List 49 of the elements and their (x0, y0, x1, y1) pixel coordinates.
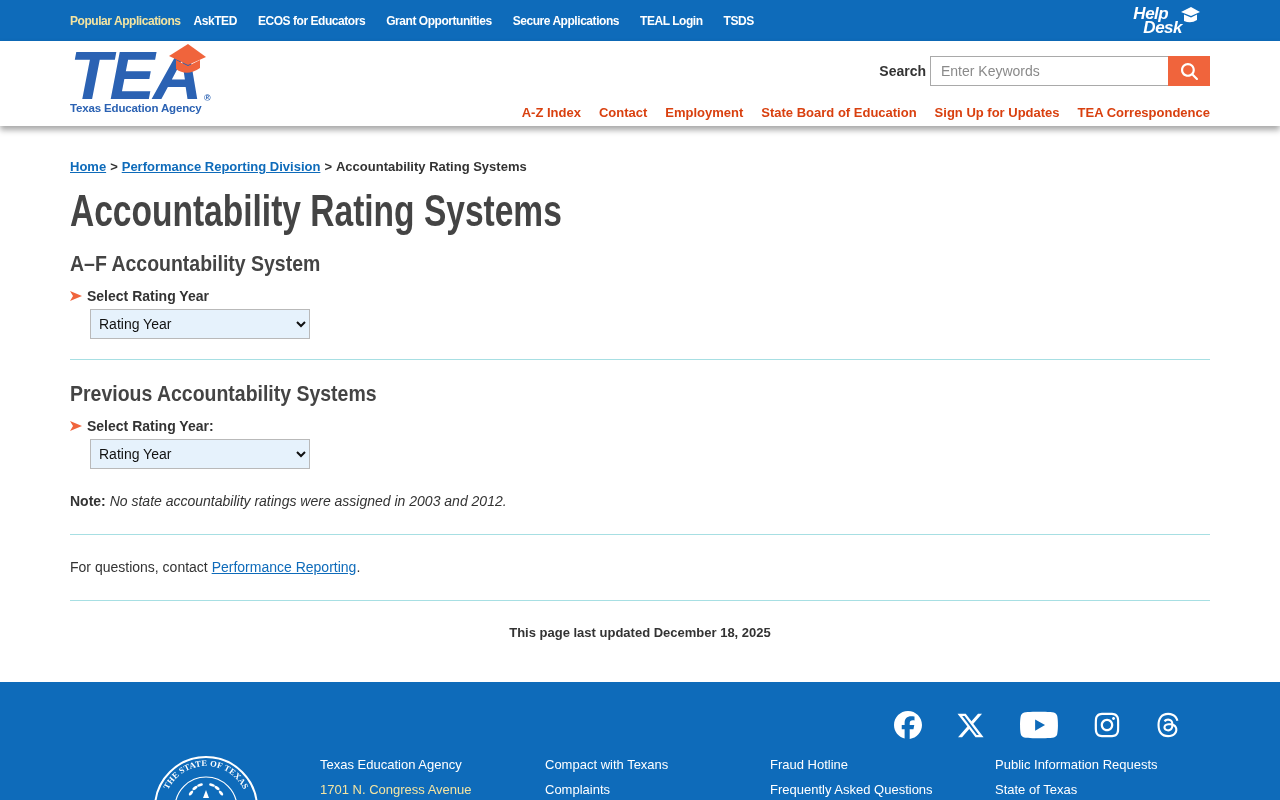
header-link[interactable]: Employment (665, 105, 744, 120)
header-link[interactable]: A-Z Index (521, 105, 581, 120)
top-nav-link[interactable]: Secure Applications (512, 12, 619, 29)
breadcrumb-separator: > (110, 159, 118, 175)
section-heading: Previous Accountability Systems (70, 380, 377, 408)
footer-link[interactable]: Fraud Hotline (770, 757, 849, 773)
footer-link[interactable]: Frequently Asked Questions (770, 782, 933, 798)
breadcrumb-link[interactable]: Performance Reporting Division (121, 159, 321, 175)
header-link[interactable]: TEA Correspondence (1077, 105, 1210, 120)
header-link[interactable]: State Board of Education (761, 105, 917, 120)
footer-link[interactable]: Public Information Requests (995, 757, 1158, 773)
field-label: Select Rating Year: (87, 417, 214, 435)
footer-link[interactable]: Complaints (545, 782, 611, 798)
page-title: Accountability Rating Systems (70, 185, 562, 237)
arrow-icon (70, 421, 82, 431)
breadcrumb-current-page: Accountability Rating Systems (335, 159, 527, 175)
breadcrumb-link[interactable]: Home (70, 159, 107, 175)
registered-mark: ® (204, 93, 211, 103)
breadcrumb-separator: > (324, 159, 332, 175)
address-link[interactable]: 1701 N. Congress Avenue (320, 782, 472, 798)
popular-applications-heading: Popular Applications (70, 12, 181, 29)
contact-text: For questions, contact Performance Reporting. (70, 558, 362, 576)
footer-link[interactable]: State of Texas (995, 782, 1078, 798)
mortarboard-icon (1180, 6, 1200, 23)
search-button[interactable] (1168, 56, 1210, 86)
rating-year-select[interactable]: Rating Year (90, 309, 310, 339)
agency-name: Texas Education Agency (320, 757, 462, 773)
search-icon (1180, 62, 1198, 80)
top-nav-link[interactable]: ECOS for Educators (257, 12, 366, 29)
field-label: Select Rating Year (87, 287, 209, 305)
section-heading: A–F Accountability System (70, 250, 321, 278)
logo-subtitle: Texas Education Agency (70, 101, 202, 115)
header-link[interactable]: Contact (598, 105, 648, 120)
top-nav-link[interactable]: TEAL Login (640, 12, 703, 29)
header-link[interactable]: Sign Up for Updates (934, 105, 1060, 120)
search-input[interactable]: Enter Keywords (930, 56, 1168, 86)
instagram-icon[interactable] (1093, 711, 1121, 739)
top-nav-link[interactable]: TSDS (723, 12, 754, 29)
rating-year-select[interactable]: Rating Year (90, 439, 310, 469)
threads-icon[interactable] (1155, 712, 1181, 738)
footer-link[interactable]: Compact with Texans (545, 757, 669, 773)
last-updated-text: This page last updated December 18, 2025 (509, 625, 771, 641)
arrow-icon (70, 291, 82, 301)
note-text: Note: No state accountability ratings were assigned in 2003 and 2012. (70, 492, 508, 510)
search-label: Search (879, 63, 926, 79)
top-nav-link[interactable]: Grant Opportunities (386, 12, 492, 29)
facebook-icon[interactable] (894, 711, 922, 739)
top-nav-link[interactable]: AskTED (193, 12, 237, 29)
help-desk-link[interactable]: Help Desk (1133, 4, 1200, 37)
